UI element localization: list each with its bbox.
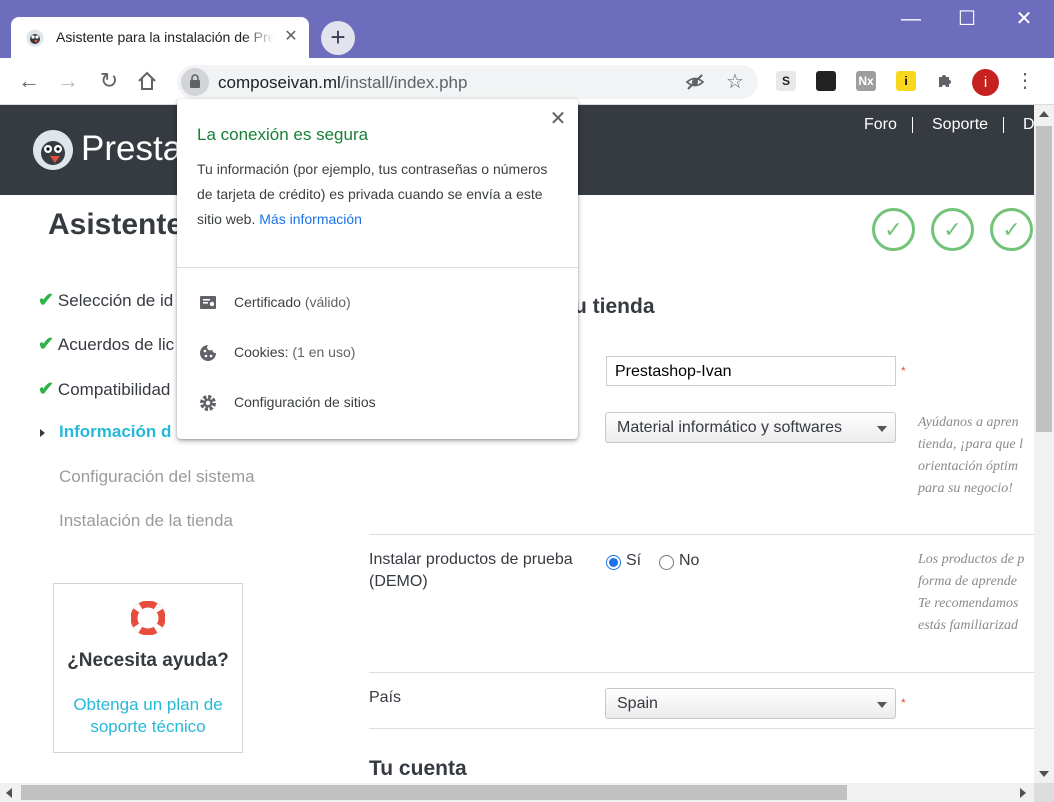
store-section-heading: u tienda [574,295,655,318]
nav-soporte[interactable]: Soporte [932,116,988,134]
nav-more[interactable]: D [1023,116,1035,134]
help-box: ¿Necesita ayuda? Obtenga un plan de sopo… [53,583,243,753]
popup-description: Tu información (por ejemplo, tus contras… [197,161,548,227]
progress-check-icon: ✓ [990,208,1033,251]
profile-avatar[interactable]: i [972,69,999,96]
back-icon[interactable]: ← [16,68,42,94]
step-language[interactable]: ✔ Selección de id [38,289,173,312]
nav-separator [912,117,913,133]
vertical-scroll-thumb[interactable] [1036,126,1052,432]
country-label: País [369,689,402,706]
scroll-up-icon[interactable] [1039,111,1049,117]
dropdown-caret-icon [877,702,887,708]
maximize-icon[interactable]: ☐ [955,8,979,32]
prestashop-favicon-icon [26,29,44,47]
progress-check-icon: ✓ [931,208,974,251]
country-value: Spain [617,695,658,712]
checkmark-icon: ✔ [38,334,54,355]
help-title: ¿Necesita ayuda? [67,650,229,671]
vertical-scrollbar[interactable] [1034,105,1054,783]
horizontal-scrollbar[interactable] [0,783,1034,802]
shop-name-input[interactable]: Prestashop-Ivan [606,356,896,386]
lock-icon [190,74,200,88]
scroll-left-icon[interactable] [6,788,12,798]
demo-label: Instalar productos de prueba (DEMO) [369,551,573,590]
menu-kebab-icon[interactable]: ⋮ [1015,68,1035,94]
support-plan-link[interactable]: Obtenga un plan de soporte técnico [54,694,242,738]
url-text: composeivan.ml/install/index.php [218,73,468,92]
page-title: Asistente [48,208,184,241]
certificate-icon [200,296,216,309]
progress-check-icon: ✓ [872,208,915,251]
bookmark-star-icon[interactable]: ☆ [725,72,745,92]
checkmark-icon: ✔ [38,290,54,311]
popup-close-icon[interactable]: ✕ [547,108,569,130]
scrollbar-corner [1034,783,1054,802]
nav-separator [1003,117,1004,133]
nav-foro[interactable]: Foro [864,116,897,134]
browser-toolbar: ← → ↻ composeivan.ml/install/index.php ☆… [0,58,1054,105]
tab-title: Asistente para la instalación de PrestaS… [56,29,274,45]
extension-s-icon[interactable]: S [776,71,796,91]
browser-tab[interactable]: Asistente para la instalación de PrestaS… [11,17,309,59]
required-mark: * [901,364,906,378]
activity-value: Material informático y softwares [617,419,842,436]
new-tab-button[interactable]: + [321,21,355,55]
popup-divider [177,267,578,268]
dropdown-caret-icon [877,426,887,432]
address-bar[interactable]: composeivan.ml/install/index.php ☆ [177,65,758,99]
scroll-right-icon[interactable] [1020,788,1026,798]
browser-titlebar: Asistente para la instalación de PrestaS… [0,0,1054,59]
country-select[interactable]: Spain [605,688,896,719]
account-section-heading: Tu cuenta [369,757,467,780]
demo-yes-label[interactable]: Sí [626,552,641,570]
activity-select[interactable]: Material informático y softwares [605,412,896,443]
prestashop-brand: Presta [81,129,183,168]
demo-no-label[interactable]: No [679,552,699,570]
reload-icon[interactable]: ↻ [96,68,122,94]
connection-security-popup: La conexión es segura ✕ Tu información (… [177,99,578,439]
extension-glasses-icon[interactable] [816,71,836,91]
step-system-config: Configuración del sistema [59,467,255,486]
step-license[interactable]: ✔ Acuerdos de lic [38,333,174,356]
forward-icon[interactable]: → [55,68,81,94]
cookies-row[interactable]: Cookies: (1 en uso) [177,333,578,373]
divider [369,672,1034,673]
checkmark-icon: ✔ [38,379,54,400]
cookie-icon [200,345,216,361]
site-info-button[interactable] [181,68,209,96]
extension-i-icon[interactable]: i [896,71,916,91]
prestashop-logo[interactable] [33,130,73,170]
extensions-puzzle-icon[interactable] [935,71,955,91]
extension-nx-icon[interactable]: Nx [856,71,876,91]
activity-hint: Ayúdanos a apren tienda, ¡para que l ori… [918,415,1023,496]
minimize-icon[interactable]: — [899,8,923,32]
popup-title: La conexión es segura [197,125,369,144]
required-mark: * [901,696,906,710]
step-store-info[interactable]: Información d [59,422,171,442]
step-store-install: Instalación de la tienda [59,511,233,530]
demo-yes-radio[interactable] [606,555,621,570]
site-settings-row[interactable]: Configuración de sitios [177,383,578,423]
more-info-link[interactable]: Más información [259,211,362,227]
divider [369,534,1034,535]
lifebuoy-icon [131,601,165,635]
divider [369,728,1034,729]
tab-close-icon[interactable]: ✕ [282,28,300,46]
demo-no-radio[interactable] [659,555,674,570]
certificate-row[interactable]: Certificado (válido) [177,283,578,323]
settings-icon [200,395,216,411]
demo-hint: Los productos de p forma de aprende Te r… [918,552,1025,633]
scroll-down-icon[interactable] [1039,771,1049,777]
home-icon[interactable] [136,70,158,92]
horizontal-scroll-thumb[interactable] [21,785,847,800]
current-step-arrow-icon [40,429,45,437]
close-window-icon[interactable]: ✕ [1012,8,1036,32]
step-compatibility[interactable]: ✔ Compatibilidad [38,378,170,401]
eye-slash-icon[interactable] [685,72,705,92]
